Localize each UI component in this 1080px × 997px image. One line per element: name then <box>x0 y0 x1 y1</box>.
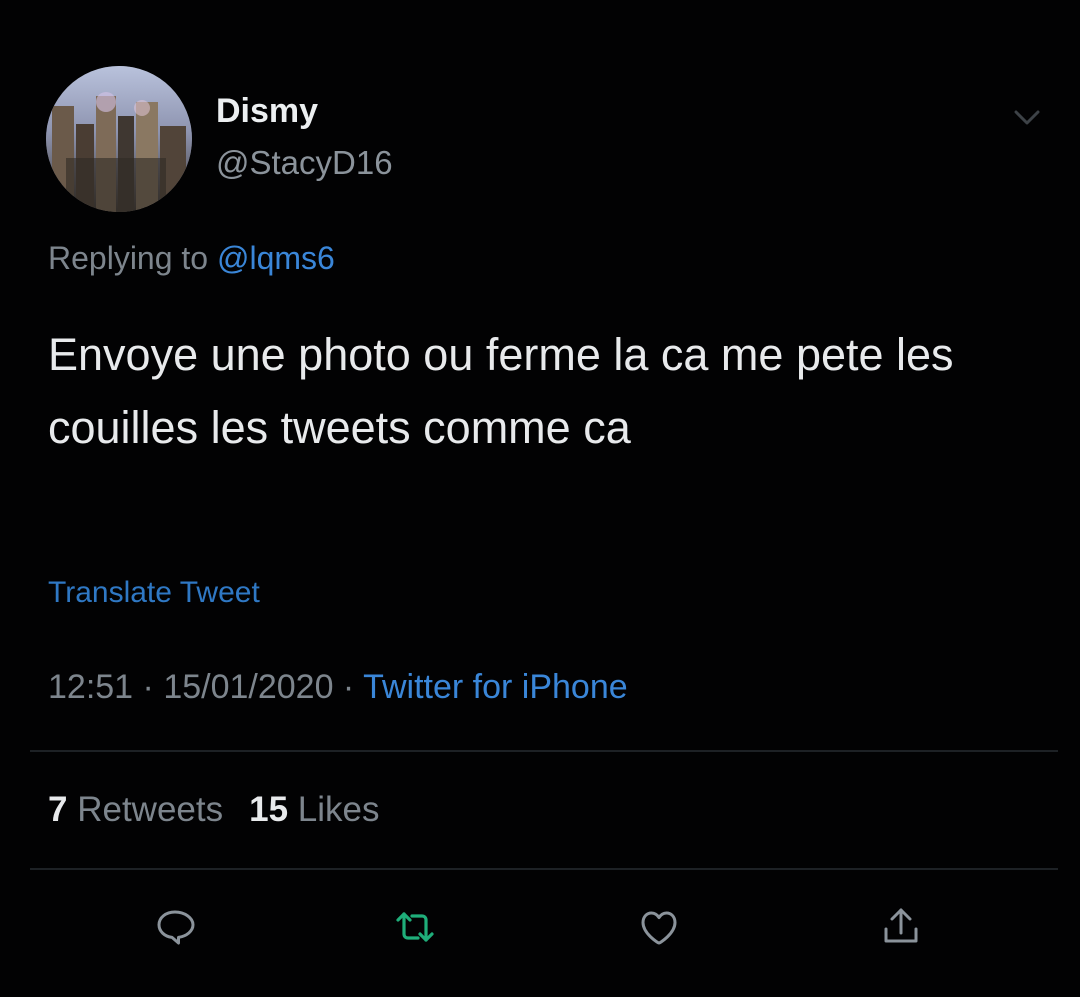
heart-icon <box>641 911 677 945</box>
retweets-label: Retweets <box>77 790 224 829</box>
avatar[interactable] <box>46 66 192 212</box>
retweets-count: 7 <box>48 790 68 829</box>
likes-count: 15 <box>249 790 289 829</box>
tweet-source-link[interactable]: Twitter for iPhone <box>363 668 628 706</box>
retweet-icon <box>396 912 434 942</box>
meta-separator: · <box>333 668 364 706</box>
share-icon <box>884 908 918 943</box>
replying-prefix: Replying to <box>48 240 217 276</box>
display-name[interactable]: Dismy <box>216 92 318 131</box>
retweet-button[interactable] <box>388 900 442 954</box>
reply-button[interactable] <box>148 900 202 954</box>
user-handle[interactable]: @StacyD16 <box>216 144 393 182</box>
tweet-stats: 7 Retweets 15 Likes <box>48 790 380 830</box>
chevron-down-icon[interactable] <box>1010 104 1044 130</box>
reply-mention-link[interactable]: @lqms6 <box>217 240 335 276</box>
tweet-meta: 12:51 · 15/01/2020 · Twitter for iPhone <box>48 668 628 707</box>
likes-stat[interactable]: 15 Likes <box>249 790 379 829</box>
reply-icon <box>157 910 195 945</box>
translate-tweet-link[interactable]: Translate Tweet <box>48 576 260 610</box>
tweet-date: 15/01/2020 <box>163 668 334 706</box>
retweets-stat[interactable]: 7 Retweets <box>48 790 223 829</box>
avatar-image <box>46 66 192 212</box>
likes-label: Likes <box>297 790 380 829</box>
share-button[interactable] <box>874 900 928 954</box>
meta-separator: · <box>133 668 164 706</box>
tweet-time: 12:51 <box>48 668 134 706</box>
divider <box>30 750 1058 752</box>
tweet-text: Envoye une photo ou ferme la ca me pete … <box>48 329 954 453</box>
replying-to: Replying to @lqms6 <box>48 240 335 277</box>
tweet-detail: Dismy @StacyD16 Replying to @lqms6 Envoy… <box>0 0 1080 997</box>
like-button[interactable] <box>632 900 686 954</box>
divider <box>30 868 1058 870</box>
